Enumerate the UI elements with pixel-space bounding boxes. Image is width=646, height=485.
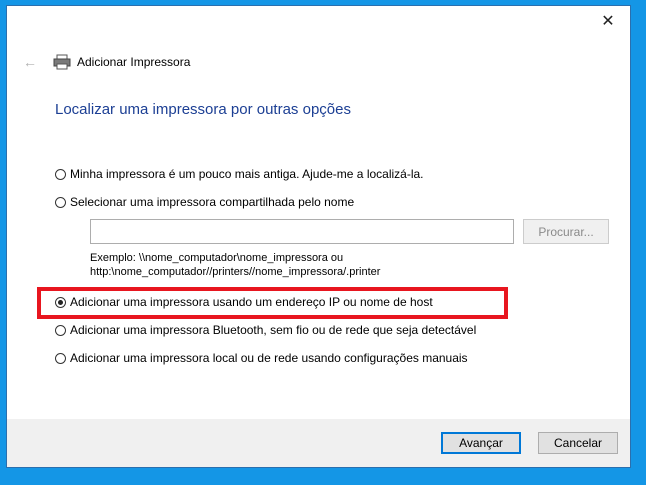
add-printer-dialog: ✕ ← Adicionar Impressora Localizar uma i…	[6, 5, 631, 468]
back-arrow-icon[interactable]: ←	[23, 54, 53, 70]
example-line-2: http:\nome_computador//printers//nome_im…	[90, 266, 381, 278]
option-bluetooth-wireless[interactable]: Adicionar uma impressora Bluetooth, sem …	[55, 323, 476, 337]
option-older-printer[interactable]: Minha impressora é um pouco mais antiga.…	[55, 167, 424, 181]
radio-button[interactable]	[55, 324, 66, 336]
option-label: Selecionar uma impressora compartilhada …	[70, 195, 355, 209]
radio-button[interactable]	[55, 352, 66, 364]
close-button[interactable]: ✕	[586, 6, 630, 36]
radio-button-selected[interactable]	[55, 296, 66, 308]
next-button[interactable]: Avançar	[441, 432, 521, 454]
option-label: Adicionar uma impressora Bluetooth, sem …	[70, 323, 477, 337]
close-icon: ✕	[601, 13, 615, 30]
option-label: Minha impressora é um pouco mais antiga.…	[70, 167, 424, 181]
printer-icon	[53, 54, 71, 70]
option-label: Adicionar uma impressora usando um ender…	[70, 295, 433, 309]
dialog-header: ← Adicionar Impressora	[23, 52, 190, 72]
dialog-title: Adicionar Impressora	[77, 55, 191, 69]
shared-printer-name-input[interactable]	[90, 219, 514, 244]
option-label: Adicionar uma impressora local ou de red…	[70, 351, 468, 365]
example-line-1: Exemplo: \\nome_computador\nome_impresso…	[90, 252, 344, 264]
option-manual-settings[interactable]: Adicionar uma impressora local ou de red…	[55, 351, 468, 365]
dialog-footer: Avançar Cancelar	[7, 419, 630, 467]
option-ip-or-hostname[interactable]: Adicionar uma impressora usando um ender…	[55, 295, 433, 309]
example-text: Exemplo: \\nome_computador\nome_impresso…	[90, 251, 380, 279]
radio-button[interactable]	[55, 168, 66, 180]
page-title: Localizar uma impressora por outras opçõ…	[55, 101, 351, 118]
option-shared-by-name[interactable]: Selecionar uma impressora compartilhada …	[55, 195, 354, 209]
radio-button[interactable]	[55, 196, 66, 208]
cancel-button[interactable]: Cancelar	[538, 432, 618, 454]
browse-button[interactable]: Procurar...	[523, 219, 609, 244]
